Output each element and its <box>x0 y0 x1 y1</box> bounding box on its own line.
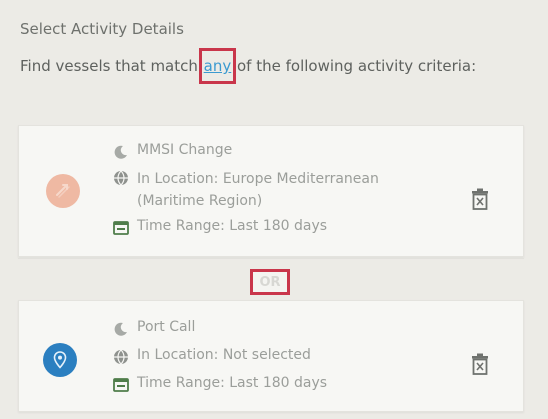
card-divider <box>18 258 524 259</box>
criteria-card-mmsi-change[interactable]: MMSI Change In Location: Europe Mediterr… <box>18 125 524 257</box>
trash-icon[interactable] <box>471 353 489 375</box>
criteria-location-row: In Location: Europe Mediterranean (Marit… <box>113 168 437 212</box>
trash-icon[interactable] <box>471 188 489 210</box>
description-prefix: Find vessels that match <box>20 57 203 75</box>
criteria-location-row: In Location: Not selected <box>113 347 437 365</box>
criteria-time-range: Time Range: Last 180 days <box>137 375 328 391</box>
criteria-card-port-call[interactable]: Port Call In Location: Not selected Time… <box>18 300 524 412</box>
criteria-type: Port Call <box>137 319 196 335</box>
criteria-type-row: Port Call <box>113 319 437 336</box>
criteria-type: MMSI Change <box>137 142 233 158</box>
section-title: Select Activity Details <box>20 20 184 38</box>
calendar-icon <box>113 378 129 392</box>
swap-icon <box>46 174 80 208</box>
globe-icon <box>114 349 128 365</box>
moon-icon <box>114 145 127 159</box>
moon-icon <box>114 322 127 336</box>
criteria-time-row: Time Range: Last 180 days <box>113 375 437 392</box>
criteria-type-row: MMSI Change <box>113 142 437 159</box>
match-mode-link[interactable]: any <box>198 48 237 84</box>
calendar-icon <box>113 221 129 235</box>
activity-details-panel: Select Activity Details Find vessels tha… <box>0 0 548 419</box>
globe-icon <box>114 170 128 186</box>
criteria-time-range: Time Range: Last 180 days <box>137 218 328 234</box>
criteria-description: Find vessels that match any of the follo… <box>20 48 520 84</box>
criteria-location: In Location: Not selected <box>137 347 311 363</box>
or-connector-badge: OR <box>250 269 290 295</box>
criteria-details: Port Call In Location: Not selected Time… <box>113 319 437 392</box>
location-pin-icon <box>43 343 77 377</box>
criteria-details: MMSI Change In Location: Europe Mediterr… <box>113 142 437 235</box>
criteria-time-row: Time Range: Last 180 days <box>113 218 437 235</box>
criteria-location: In Location: Europe Mediterranean (Marit… <box>137 171 379 209</box>
description-suffix: of the following activity criteria: <box>232 57 477 75</box>
